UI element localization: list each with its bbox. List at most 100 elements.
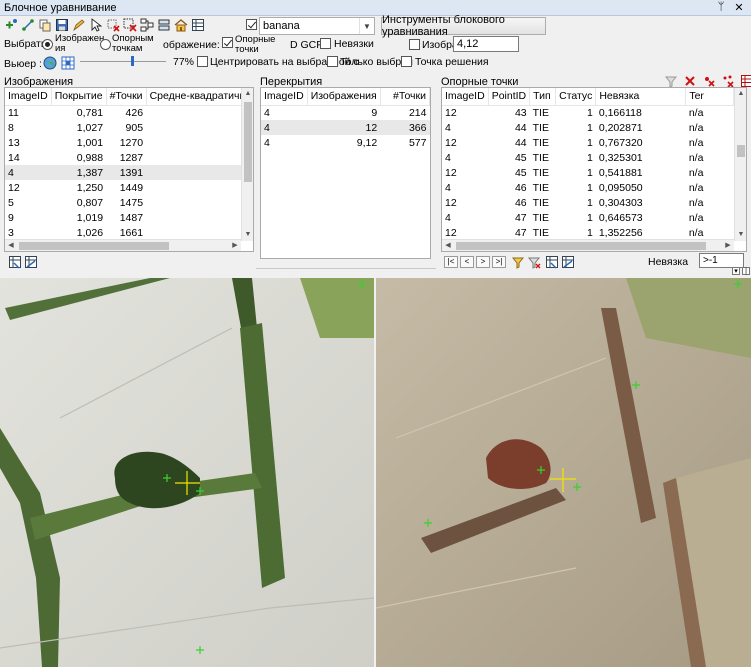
points-row[interactable]: 4 44 TIE 1 0,202871 n/a — [442, 120, 734, 135]
globe-icon[interactable] — [43, 56, 57, 70]
nav-prev-button[interactable]: < — [460, 256, 474, 268]
points-vscroll[interactable]: ▲ ▼ — [734, 88, 746, 241]
images-settings-icon[interactable] — [24, 255, 38, 269]
scroll-down-icon[interactable]: ▼ — [735, 229, 746, 241]
points-row[interactable]: 4 45 TIE 1 0,325301 n/a — [442, 150, 734, 165]
layer-dropdown[interactable]: banana ▼ — [259, 17, 375, 35]
nav-first-button[interactable]: |< — [444, 256, 458, 268]
points-settings-icon[interactable] — [561, 255, 575, 269]
col-pt-status[interactable]: Статус — [555, 88, 597, 106]
right-image-viewer[interactable] — [376, 278, 751, 667]
table-icon[interactable] — [191, 18, 205, 32]
images-vscroll-thumb[interactable] — [244, 102, 252, 182]
images-row[interactable]: 11 0,781 426 — [5, 105, 246, 120]
expand-icon[interactable]: | — [742, 267, 750, 275]
scroll-left-icon[interactable]: ◀ — [5, 240, 17, 251]
col-overlap-imageid[interactable]: ImageID — [261, 88, 308, 106]
save-icon[interactable] — [55, 18, 69, 32]
images-row[interactable]: 14 0,988 1287 — [5, 150, 246, 165]
residual-checkbox[interactable] — [320, 38, 331, 49]
images-row[interactable]: 4 1,387 1391 — [5, 165, 247, 180]
points-export-icon[interactable] — [545, 255, 559, 269]
points-row[interactable]: 4 47 TIE 1 0,646573 n/a — [442, 210, 734, 225]
points-hscroll[interactable]: ◀ ▶ — [442, 239, 734, 251]
images-export-icon[interactable] — [8, 255, 22, 269]
images-row[interactable]: 13 1,001 1270 — [5, 135, 246, 150]
images-vscroll[interactable]: ▲ ▼ — [241, 88, 253, 241]
images-row[interactable]: 3 1,026 1661 — [5, 225, 246, 240]
arrow-select-icon[interactable] — [89, 18, 103, 32]
points-row[interactable]: 12 45 TIE 1 0,541881 n/a — [442, 165, 734, 180]
layers-icon[interactable] — [157, 18, 171, 32]
center-selected-checkbox[interactable] — [197, 56, 208, 67]
points-vscroll-thumb[interactable] — [737, 145, 745, 157]
overlaps-row[interactable]: 4 12 366 — [261, 120, 430, 135]
col-pt-type[interactable]: Тип — [529, 88, 557, 106]
col-overlap-points[interactable]: #Точки — [380, 88, 430, 106]
col-imageid[interactable]: ImageID — [5, 88, 52, 106]
images-hscroll-thumb[interactable] — [19, 242, 169, 250]
col-overlap-images[interactable]: Изображения — [307, 88, 381, 106]
points-row[interactable]: 4 46 TIE 1 0,095050 n/a — [442, 180, 734, 195]
points-hscroll-thumb[interactable] — [456, 242, 706, 250]
points-row[interactable]: 12 46 TIE 1 0,304303 n/a — [442, 195, 734, 210]
grid-view-icon[interactable] — [61, 56, 75, 70]
only-selected-checkbox[interactable] — [327, 56, 338, 67]
pencil-icon[interactable] — [72, 18, 86, 32]
radio-points[interactable] — [100, 39, 111, 50]
radio-images[interactable] — [42, 39, 53, 50]
solution-point-checkbox[interactable] — [401, 56, 412, 67]
zoom-slider[interactable] — [80, 56, 166, 66]
image-filter-input[interactable]: 4,12 — [453, 36, 519, 52]
scroll-right-icon[interactable]: ▶ — [722, 240, 734, 251]
overlaps-row[interactable]: 4 9 214 — [261, 105, 430, 120]
col-pt-imageid[interactable]: ImageID — [442, 88, 489, 106]
delete-region-icon[interactable] — [123, 18, 137, 32]
images-row[interactable]: 9 1,019 1487 — [5, 210, 246, 225]
add-tie-point-icon[interactable] — [4, 18, 18, 32]
show-points-checkbox[interactable] — [222, 37, 233, 48]
images-row[interactable]: 8 1,027 905 — [5, 120, 246, 135]
images-row[interactable]: 12 1,250 1449 — [5, 180, 246, 195]
nav-last-button[interactable]: >| — [492, 256, 506, 268]
images-row[interactable]: 5 0,807 1475 — [5, 195, 246, 210]
left-image-viewer[interactable] — [0, 278, 374, 667]
export-table-icon[interactable] — [740, 74, 751, 88]
scroll-up-icon[interactable]: ▲ — [242, 88, 253, 100]
scroll-up-icon[interactable]: ▲ — [735, 88, 746, 100]
col-pt-ter[interactable]: Ter — [685, 88, 734, 106]
collapse-icon[interactable]: ▾ — [732, 267, 740, 275]
images-hscroll[interactable]: ◀ ▶ — [5, 239, 241, 251]
nav-next-button[interactable]: > — [476, 256, 490, 268]
layer-checkbox[interactable] — [246, 19, 257, 30]
points-row[interactable]: 12 47 TIE 1 1,352256 n/a — [442, 225, 734, 240]
col-coverage[interactable]: Покрытие — [51, 88, 107, 106]
image-filter-checkbox[interactable] — [409, 39, 420, 50]
scroll-down-icon[interactable]: ▼ — [242, 229, 253, 241]
delete-filtered-icon[interactable] — [721, 74, 735, 88]
delete-points-icon[interactable] — [106, 18, 120, 32]
col-rms[interactable]: Средне-квадратичное отк — [146, 88, 247, 106]
col-points[interactable]: #Точки — [106, 88, 147, 106]
scroll-left-icon[interactable]: ◀ — [442, 240, 454, 251]
delete-selected-icon[interactable] — [702, 74, 716, 88]
copy-icon[interactable] — [38, 18, 52, 32]
network-icon[interactable] — [140, 18, 154, 32]
filter-tie-icon[interactable] — [511, 255, 525, 269]
points-row[interactable]: 12 43 TIE 1 0,166118 n/a — [442, 105, 734, 120]
splitter-handle[interactable] — [256, 268, 436, 271]
points-row[interactable]: 12 44 TIE 1 0,767320 n/a — [442, 135, 734, 150]
close-icon[interactable]: ✕ — [733, 1, 745, 14]
delete-icon[interactable] — [683, 74, 697, 88]
scroll-right-icon[interactable]: ▶ — [229, 240, 241, 251]
zoom-slider-thumb[interactable] — [130, 56, 134, 66]
add-line-icon[interactable] — [21, 18, 35, 32]
home-icon[interactable] — [174, 18, 188, 32]
col-pt-residual[interactable]: Невязка — [595, 88, 687, 106]
block-adjust-tools-button[interactable]: Инструменты блокового уравнивания — [381, 14, 546, 38]
filter-clear-icon[interactable] — [527, 255, 541, 269]
residual-filter-input[interactable]: >-1 — [699, 253, 744, 268]
pin-icon[interactable]: ᛘ — [715, 1, 727, 14]
col-pt-pointid[interactable]: PointID — [488, 88, 531, 106]
overlaps-row[interactable]: 4 9,12 577 — [261, 135, 430, 150]
